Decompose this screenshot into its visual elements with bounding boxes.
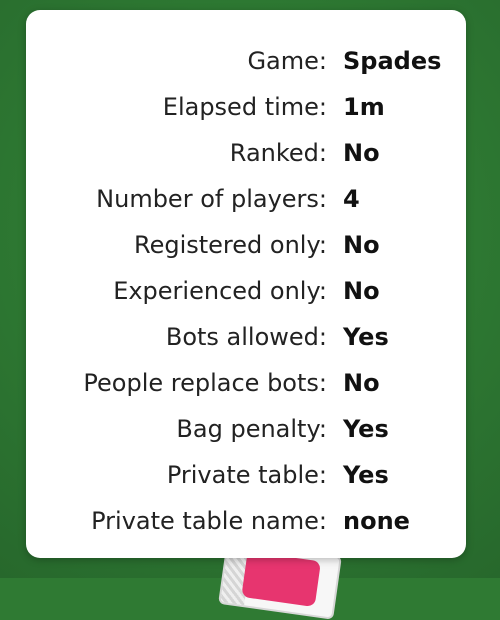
info-value: No: [343, 231, 380, 259]
info-row-experienced-only: Experienced only: No: [26, 268, 466, 314]
info-label: Private table:: [166, 461, 327, 489]
info-row-elapsed-time: Elapsed time: 1m: [26, 84, 466, 130]
info-label: Elapsed time:: [162, 93, 327, 121]
info-row-bag-penalty: Bag penalty: Yes: [26, 406, 466, 452]
info-row-number-of-players: Number of players: 4: [26, 176, 466, 222]
info-row-game: Game: Spades: [26, 38, 466, 84]
info-value: No: [343, 277, 380, 305]
info-value: Spades: [343, 47, 442, 75]
info-label: Private table name:: [91, 507, 327, 535]
info-value: No: [343, 139, 380, 167]
table-info-tooltip: Game: Spades Elapsed time: 1m Ranked: No…: [26, 10, 466, 558]
info-label: Registered only:: [133, 231, 327, 259]
info-row-bots-allowed: Bots allowed: Yes: [26, 314, 466, 360]
info-value: No: [343, 369, 380, 397]
info-row-people-replace-bots: People replace bots: No: [26, 360, 466, 406]
info-label: Ranked:: [229, 139, 327, 167]
info-value: Yes: [343, 415, 389, 443]
info-value: Yes: [343, 461, 389, 489]
info-value: 1m: [343, 93, 385, 121]
info-row-registered-only: Registered only: No: [26, 222, 466, 268]
info-value: none: [343, 507, 410, 535]
table-info-rows: Game: Spades Elapsed time: 1m Ranked: No…: [26, 38, 466, 544]
info-label: People replace bots:: [83, 369, 327, 397]
info-label: Bots allowed:: [165, 323, 327, 351]
info-label: Bag penalty:: [176, 415, 327, 443]
info-label: Game:: [247, 47, 327, 75]
info-label: Experienced only:: [113, 277, 327, 305]
info-value: 4: [343, 185, 360, 213]
info-label: Number of players:: [96, 185, 327, 213]
info-value: Yes: [343, 323, 389, 351]
info-row-private-table: Private table: Yes: [26, 452, 466, 498]
info-row-ranked: Ranked: No: [26, 130, 466, 176]
info-row-private-table-name: Private table name: none: [26, 498, 466, 544]
card-face-graphic: [241, 551, 321, 608]
